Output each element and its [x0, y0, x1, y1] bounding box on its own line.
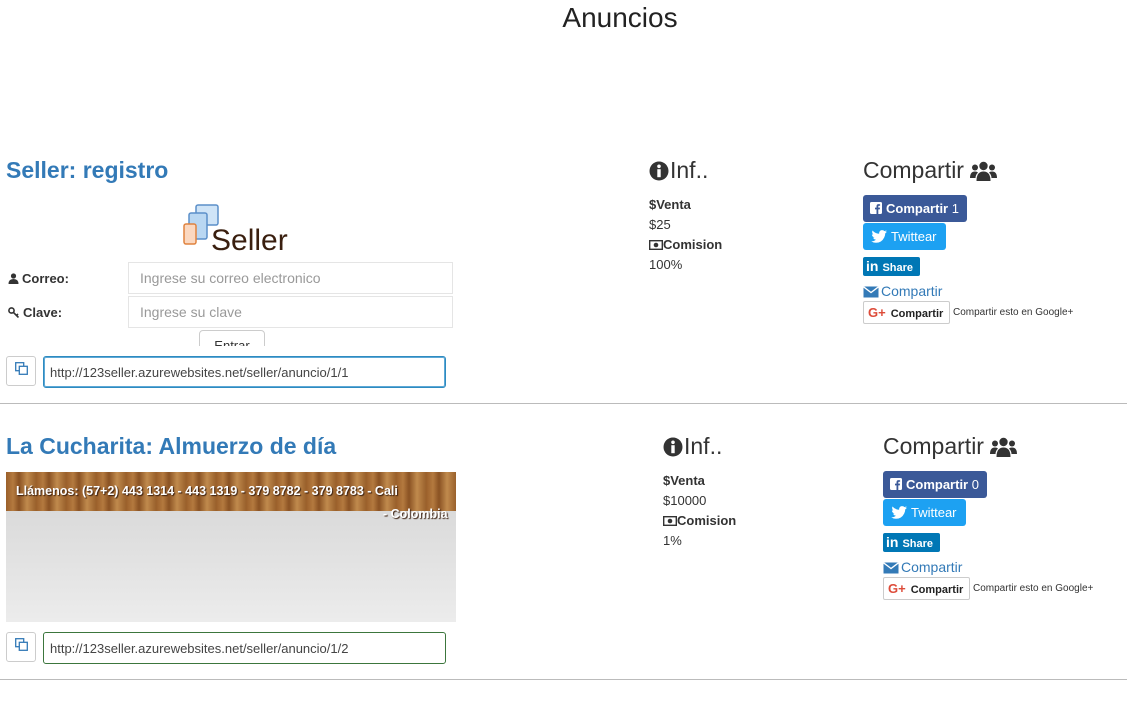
- password-field[interactable]: Ingrese su clave: [128, 296, 453, 328]
- google-plus-share-text: Compartir esto en Google+: [953, 307, 1074, 318]
- comision-value: 100%: [649, 257, 683, 272]
- banner-phone-text: Llámenos: (57+2) 443 1314 - 443 1319 - 3…: [16, 484, 398, 498]
- facebook-icon: [890, 477, 906, 492]
- google-plus-share-text: Compartir esto en Google+: [973, 583, 1094, 594]
- comision-label: Comision: [648, 237, 722, 252]
- money-icon: [662, 513, 678, 528]
- enter-button[interactable]: Entrar: [199, 330, 265, 346]
- copy-icon: [14, 638, 28, 656]
- users-icon: [964, 157, 997, 183]
- email-share-link[interactable]: Compartir: [863, 283, 942, 299]
- email-label: Correo:: [8, 271, 69, 286]
- facebook-share-count: 1: [951, 201, 959, 216]
- share-heading: Compartir: [883, 433, 1017, 460]
- info-heading: Inf..: [663, 433, 722, 460]
- email-field[interactable]: Ingrese su correo electronico: [128, 262, 453, 294]
- banner-location-text: - Colombia: [383, 507, 448, 521]
- ad-title[interactable]: Seller: registro: [6, 157, 168, 184]
- venta-label: $Venta: [649, 197, 691, 212]
- google-plus-share-button[interactable]: G+ Compartir: [863, 301, 951, 324]
- google-plus-icon: G+: [868, 305, 886, 320]
- seller-logo-text: Seller: [211, 224, 288, 257]
- linkedin-share-button[interactable]: in Share: [863, 257, 921, 276]
- users-icon: [984, 433, 1017, 459]
- twitter-share-button[interactable]: Twittear: [883, 499, 966, 526]
- twitter-share-button[interactable]: Twittear: [863, 223, 946, 250]
- copy-link-button[interactable]: [6, 356, 36, 386]
- google-plus-share-button[interactable]: G+ Compartir: [883, 577, 971, 600]
- twitter-icon: [891, 505, 911, 520]
- envelope-icon: [863, 283, 881, 299]
- facebook-share-button[interactable]: Compartir 1: [863, 195, 967, 222]
- copy-icon: [14, 362, 28, 380]
- page-title: Anuncios: [562, 2, 678, 33]
- money-icon: [648, 237, 664, 252]
- divider: [0, 403, 1127, 404]
- facebook-share-button[interactable]: Compartir 0: [883, 471, 987, 498]
- ad-preview-banner[interactable]: Llámenos: (57+2) 443 1314 - 443 1319 - 3…: [6, 472, 456, 622]
- comision-label: Comision: [662, 513, 736, 528]
- linkedin-icon: in: [866, 258, 879, 274]
- google-plus-icon: G+: [888, 581, 906, 596]
- ad-url-field[interactable]: [43, 356, 446, 388]
- venta-value: $10000: [663, 493, 707, 508]
- email-share-link[interactable]: Compartir: [883, 559, 962, 575]
- ad-url-field[interactable]: [43, 632, 446, 664]
- copy-link-button[interactable]: [6, 632, 36, 662]
- venta-value: $25: [649, 217, 671, 232]
- info-circle-icon: [649, 157, 670, 183]
- info-heading: Inf..: [649, 157, 708, 184]
- venta-label: $Venta: [663, 473, 705, 488]
- comision-value: 1%: [663, 533, 682, 548]
- linkedin-icon: in: [886, 534, 899, 550]
- twitter-icon: [871, 229, 891, 244]
- divider: [0, 679, 1127, 680]
- facebook-icon: [870, 201, 886, 216]
- envelope-icon: [883, 559, 901, 575]
- user-icon: [8, 271, 22, 286]
- linkedin-share-button[interactable]: in Share: [883, 533, 941, 552]
- ad-title[interactable]: La Cucharita: Almuerzo de día: [6, 433, 336, 460]
- ad-preview-login-form[interactable]: Seller Correo: Ingrese su correo electro…: [6, 200, 456, 346]
- key-icon: [8, 305, 23, 320]
- info-circle-icon: [663, 433, 684, 459]
- password-label: Clave:: [8, 305, 62, 320]
- facebook-share-count: 0: [971, 477, 979, 492]
- share-heading: Compartir: [863, 157, 997, 184]
